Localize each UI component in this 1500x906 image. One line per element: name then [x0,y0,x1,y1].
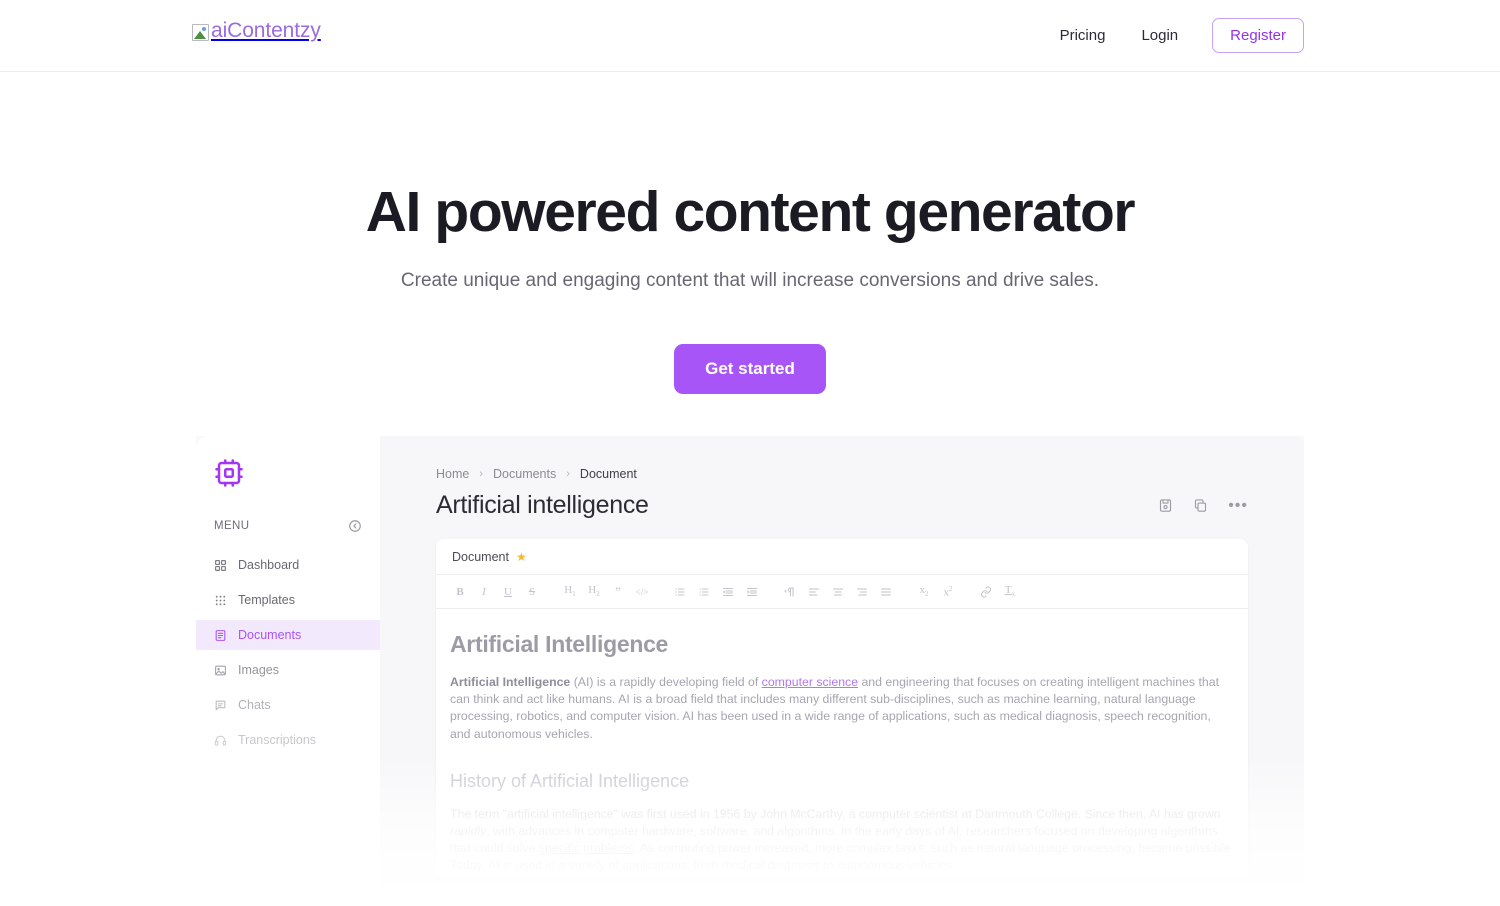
superscript-button[interactable]: x2 [938,582,958,602]
align-left-button[interactable] [804,582,824,602]
nav-link-pricing[interactable]: Pricing [1042,19,1124,52]
tab-document[interactable]: Document ★ [452,550,527,564]
chat-bubble-icon [214,699,227,712]
align-center-button[interactable] [828,582,848,602]
paragraph2-underline: specific problems [538,841,634,856]
heading-2-button[interactable]: H2 [584,582,604,602]
computer-science-link[interactable]: computer science [762,675,858,689]
document-title-row: Artificial intelligence ••• [436,491,1248,520]
strikethrough-button[interactable]: S [522,582,542,602]
sidebar-item-label: Images [238,663,279,677]
get-started-button[interactable]: Get started [674,344,826,394]
italic-button[interactable]: I [474,582,494,602]
collapse-circle-icon[interactable] [348,519,362,533]
ellipsis-icon[interactable]: ••• [1228,497,1248,513]
hero-heading: AI powered content generator [365,180,1136,244]
toolbar-group-inline: B I U S [448,582,544,602]
app-preview-card: MENU Dashboard Templates Documents Image… [196,436,1304,906]
broken-image-icon [192,23,209,41]
grid-squares-icon [214,559,227,572]
sidebar-item-chats[interactable]: Chats [196,690,380,720]
image-icon [214,664,227,677]
sidebar-item-documents[interactable]: Documents [196,620,382,650]
code-block-button[interactable]: </> [632,582,652,602]
outdent-button[interactable] [718,582,738,602]
navbar-links: Pricing Login Register [1042,18,1304,53]
hero-section: AI powered content generator Create uniq… [0,72,1500,394]
toolbar-group-misc: Tx [974,582,1022,602]
toolbar-group-lists [668,582,764,602]
document-paragraph-1: Artificial Intelligence (AI) is a rapidl… [450,674,1234,743]
sidebar-nav-items: Dashboard Templates Documents Images Cha… [196,550,382,755]
paragraph-lead-bold: Artificial Intelligence [450,675,571,689]
link-button[interactable] [976,582,996,602]
app-preview-wrapper: MENU Dashboard Templates Documents Image… [196,436,1304,906]
page-title: Artificial intelligence [436,491,649,519]
sidebar-item-label: Dashboard [238,558,300,572]
sidebar-menu-label: MENU [214,520,250,532]
brand-logo-alt-text: aiContentzy [211,19,321,42]
bullet-list-button[interactable] [694,582,714,602]
document-body[interactable]: Artificial Intelligence Artificial Intel… [436,609,1248,875]
headphones-icon [214,734,227,747]
breadcrumb: Home › Documents › Document [436,466,1248,482]
dots-grid-icon [214,594,227,607]
tab-label: Document [452,549,509,564]
breadcrumb-separator-icon: › [566,468,570,480]
ordered-list-button[interactable] [670,582,690,602]
sidebar-item-label: Templates [238,593,295,607]
document-actions: ••• [1158,497,1248,513]
align-right-button[interactable] [852,582,872,602]
paragraph-text-before-link: (AI) is a rapidly developing field of [570,675,762,689]
hero-subheading: Create unique and engaging content that … [400,270,1100,291]
underline-button[interactable]: U [498,582,518,602]
sidebar-item-label: Chats [238,698,271,712]
subscript-button[interactable]: x2 [914,582,934,602]
document-editor-card: Document ★ B I U S H1 H2 ” </> x2 x2 Tx … [436,539,1248,875]
breadcrumb-separator-icon: › [479,468,484,480]
document-heading-2: History of Artificial Intelligence [450,770,690,791]
sidebar-item-label: Transcriptions [238,733,317,747]
hero-cta-wrap: Get started [0,344,1500,394]
document-heading-1: Artificial Intelligence [450,631,669,657]
nav-link-login[interactable]: Login [1123,19,1196,52]
sidebar-item-label: Documents [238,628,302,642]
text-direction-button[interactable] [780,582,800,602]
paragraph2-part-a: The term "artificial intelligence" was f… [450,806,1221,821]
document-lines-icon [214,629,227,642]
paragraph2-italic: rapidly [450,824,487,839]
align-justify-button[interactable] [876,582,896,602]
app-sidebar: MENU Dashboard Templates Documents Image… [196,436,382,906]
document-paragraph-2: The term "artificial intelligence" was f… [450,806,1234,875]
bold-button[interactable]: B [450,582,470,602]
editor-tabs: Document ★ [436,539,1248,575]
toolbar-group-block: H1 H2 ” </> [558,582,654,602]
editor-toolbar: B I U S H1 H2 ” </> x2 x2 Tx [436,575,1248,609]
register-button[interactable]: Register [1212,18,1304,53]
breadcrumb-item-current: Document [579,467,637,481]
toolbar-group-align [778,582,898,602]
sidebar-item-templates[interactable]: Templates [196,585,380,615]
copy-icon[interactable] [1193,498,1208,513]
brand-logo-link[interactable]: aiContentzy [192,20,321,42]
heading-1-button[interactable]: H1 [560,582,580,602]
sidebar-menu-header: MENU [196,516,380,536]
breadcrumb-item-home[interactable]: Home [436,467,469,481]
sidebar-item-transcriptions[interactable]: Transcriptions [196,725,380,755]
sidebar-item-images[interactable]: Images [196,655,380,685]
blockquote-button[interactable]: ” [608,582,628,602]
sidebar-item-dashboard[interactable]: Dashboard [196,550,380,580]
toolbar-group-script: x2 x2 [912,582,960,602]
app-main-panel: Home › Documents › Document Artificial i… [380,436,1304,906]
star-icon[interactable]: ★ [516,550,527,564]
save-disk-icon[interactable] [1158,498,1173,513]
breadcrumb-item-documents[interactable]: Documents [493,467,556,481]
clear-format-button[interactable]: Tx [1000,582,1020,602]
indent-button[interactable] [742,582,762,602]
top-navbar: aiContentzy Pricing Login Register [0,0,1500,72]
cpu-chip-icon [214,458,244,488]
